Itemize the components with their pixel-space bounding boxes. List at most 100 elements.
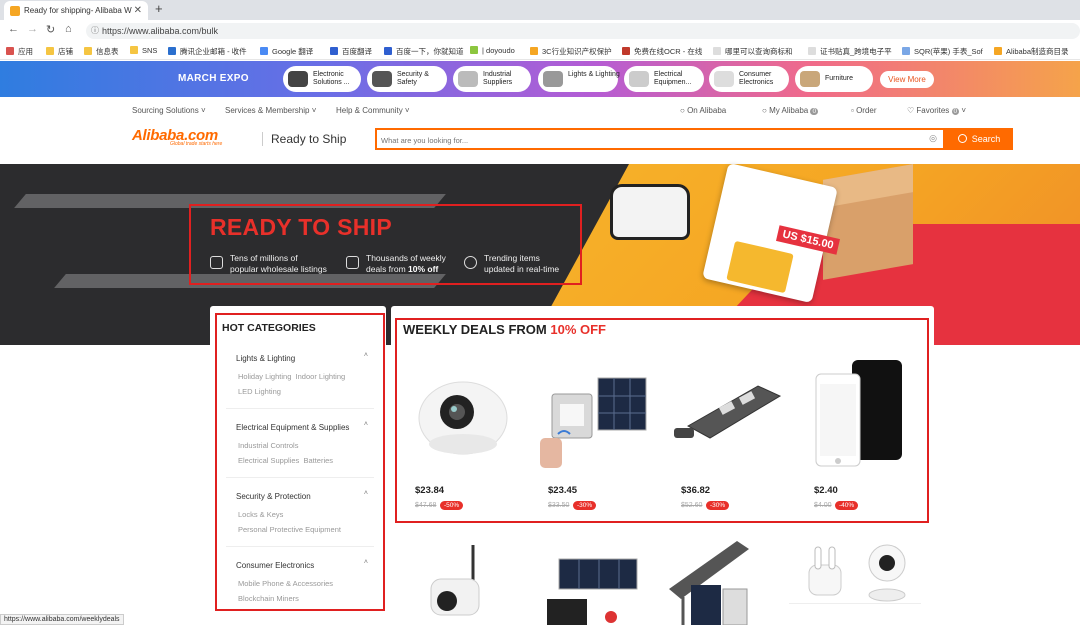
browser-tab-bar: Ready for shipping- Alibaba W ✕ + <box>0 0 1080 20</box>
expo-item[interactable]: Security & Safety <box>367 66 447 92</box>
phone-screen-image[interactable] <box>800 356 918 474</box>
expo-item[interactable]: Electronic Solutions ... <box>283 66 361 92</box>
expo-item[interactable]: Lights & Lighting <box>538 66 620 92</box>
discount-badge: -50% <box>440 501 464 510</box>
deals-title: WEEKLY DEALS FROM 10% OFF <box>403 322 606 337</box>
on-alibaba-link[interactable]: ○ On Alibaba <box>680 106 726 115</box>
product-thumb-icon <box>714 71 734 87</box>
subcategory-link[interactable]: Locks & Keys <box>238 510 283 519</box>
home-icon[interactable]: ⌂ <box>65 23 72 35</box>
url-bar[interactable]: ⓘ https://www.alibaba.com/bulk <box>86 23 1080 39</box>
street-light-image[interactable] <box>659 537 759 625</box>
close-tab-icon[interactable]: ✕ <box>134 1 142 20</box>
site-info-icon[interactable]: ⓘ <box>91 23 99 39</box>
reload-icon[interactable]: ↻ <box>46 23 55 36</box>
favorites-link[interactable]: ♡ Favorites 0 ˅ <box>907 106 966 115</box>
subcategory-link[interactable]: Blockchain Miners <box>238 594 299 603</box>
arrow-icon: ˄ <box>363 559 368 566</box>
discount-badge: -40% <box>835 501 859 510</box>
baidu-icon <box>330 47 338 55</box>
expo-item[interactable]: Electrical Equipmen... <box>624 66 704 92</box>
robot-camera-image[interactable] <box>859 541 915 603</box>
subcategory-link[interactable]: Holiday Lighting Indoor Lighting <box>238 372 345 381</box>
leaf-icon <box>470 46 478 54</box>
category-consumer-electronics[interactable]: Consumer Electronics ˄ <box>236 559 368 570</box>
arrow-icon: ˄ <box>363 490 368 497</box>
product-thumb-icon <box>800 71 820 87</box>
search-button[interactable]: Search <box>945 128 1013 150</box>
bookmark-item[interactable]: 店铺 <box>46 46 73 57</box>
tag-icon <box>346 256 359 269</box>
subcategory-link[interactable]: Industrial Controls <box>238 441 298 450</box>
nav-help-community[interactable]: Help & Community ˅ <box>336 106 410 115</box>
march-expo-banner[interactable]: MARCH EXPO Electronic Solutions ... Secu… <box>0 61 1080 97</box>
folder-icon <box>46 47 54 55</box>
expo-item[interactable]: Furniture <box>795 66 873 92</box>
arrow-icon: ˄ <box>363 421 368 428</box>
expo-item[interactable]: Consumer Electronics <box>709 66 789 92</box>
search-icon: ○ <box>680 106 685 115</box>
bookmark-item[interactable]: 哪里可以查询商标和 <box>713 46 793 57</box>
shipping-box-image <box>823 164 913 280</box>
dome-camera-image[interactable] <box>405 356 523 474</box>
street-light-image[interactable] <box>668 356 786 474</box>
ready-to-ship-label: Ready to Ship <box>262 132 346 146</box>
folder-icon <box>84 47 92 55</box>
bookmark-item[interactable]: 应用 <box>6 46 33 57</box>
address-row: ← → ↻ ⌂ ⓘ https://www.alibaba.com/bulk <box>0 20 1080 42</box>
subcategory-link[interactable]: Electrical Supplies Batteries <box>238 456 333 465</box>
my-alibaba-link[interactable]: ○ My Alibaba 0 <box>762 106 819 115</box>
page-icon <box>808 47 816 55</box>
bookmark-item[interactable]: Google 翻译 <box>260 46 313 57</box>
forward-icon[interactable]: → <box>27 23 38 35</box>
bookmark-item[interactable]: 证书贴真_跨境电子平 <box>808 46 892 57</box>
mail-icon <box>168 47 176 55</box>
bookmark-item[interactable]: 百度翻译 <box>330 46 372 57</box>
back-icon[interactable]: ← <box>8 23 19 35</box>
category-security[interactable]: Security & Protection ˄ <box>236 490 368 501</box>
expo-item[interactable]: Industrial Suppliers <box>453 66 531 92</box>
subcategory-link[interactable]: Mobile Phone & Accessories <box>238 579 333 588</box>
category-lights[interactable]: Lights & Lighting ˄ <box>236 352 368 363</box>
earbuds-image[interactable] <box>795 541 855 601</box>
search-box[interactable]: ◎ <box>375 128 945 150</box>
product-price: $2.40 <box>814 485 838 496</box>
solar-panel-image[interactable] <box>541 555 651 625</box>
camera-icon[interactable]: ◎ <box>929 133 937 144</box>
bookmark-item[interactable]: 3C行业知识产权保护 <box>530 46 612 57</box>
bookmark-item[interactable]: Alibaba制造商目录 <box>994 46 1069 57</box>
ip-icon <box>530 47 538 55</box>
bookmark-item[interactable]: SQR(苹果) 手表_Sof <box>902 46 983 57</box>
bookmarks-bar: 应用 店铺 信息表 SNS 腾讯企业邮箱 - 收件 Google 翻译 百度翻译… <box>0 42 1080 60</box>
nav-services-membership[interactable]: Services & Membership ˅ <box>225 106 316 115</box>
bookmark-item[interactable]: SNS <box>130 46 157 55</box>
alibaba-logo[interactable]: Alibaba.com Global trade starts here <box>132 127 222 147</box>
solar-light-image[interactable] <box>538 356 656 474</box>
bookmark-item[interactable]: 百度一下，你就知道 <box>384 46 464 57</box>
browser-tab[interactable]: Ready for shipping- Alibaba W ✕ <box>4 1 148 20</box>
folder-icon <box>130 46 138 54</box>
product-grid-card <box>789 537 921 625</box>
discount-badge: -30% <box>706 501 730 510</box>
original-price: $4.00 <box>814 502 832 509</box>
original-price: $33.50 <box>548 502 570 509</box>
order-link[interactable]: ▫ Order <box>851 106 877 115</box>
bookmark-item[interactable]: 腾讯企业邮箱 - 收件 <box>168 46 247 57</box>
subcategory-link[interactable]: Personal Protective Equipment <box>238 525 341 534</box>
category-electrical[interactable]: Electrical Equipment & Supplies ˄ <box>236 421 368 432</box>
status-bar: https://www.alibaba.com/weeklydeals <box>0 614 124 625</box>
new-tab-icon[interactable]: + <box>155 1 163 16</box>
search-icon <box>957 134 967 143</box>
original-price: $47.68 <box>415 502 437 509</box>
bookmark-item[interactable]: 信息表 <box>84 46 119 57</box>
hero-feature: Trending items updated in real-time <box>464 253 559 275</box>
hero-feature: Thousands of weekly deals from 10% off <box>346 253 446 275</box>
bullet-camera-image[interactable] <box>421 545 491 625</box>
translate-icon <box>260 47 268 55</box>
search-input[interactable] <box>381 133 911 147</box>
bookmark-item[interactable]: 免费在线OCR - 在线 <box>622 46 702 57</box>
view-more-button[interactable]: View More <box>880 71 934 88</box>
subcategory-link[interactable]: LED Lighting <box>238 387 281 396</box>
bookmark-item[interactable]: | doyoudo <box>470 46 515 55</box>
nav-sourcing-solutions[interactable]: Sourcing Solutions ˅ <box>132 106 206 115</box>
